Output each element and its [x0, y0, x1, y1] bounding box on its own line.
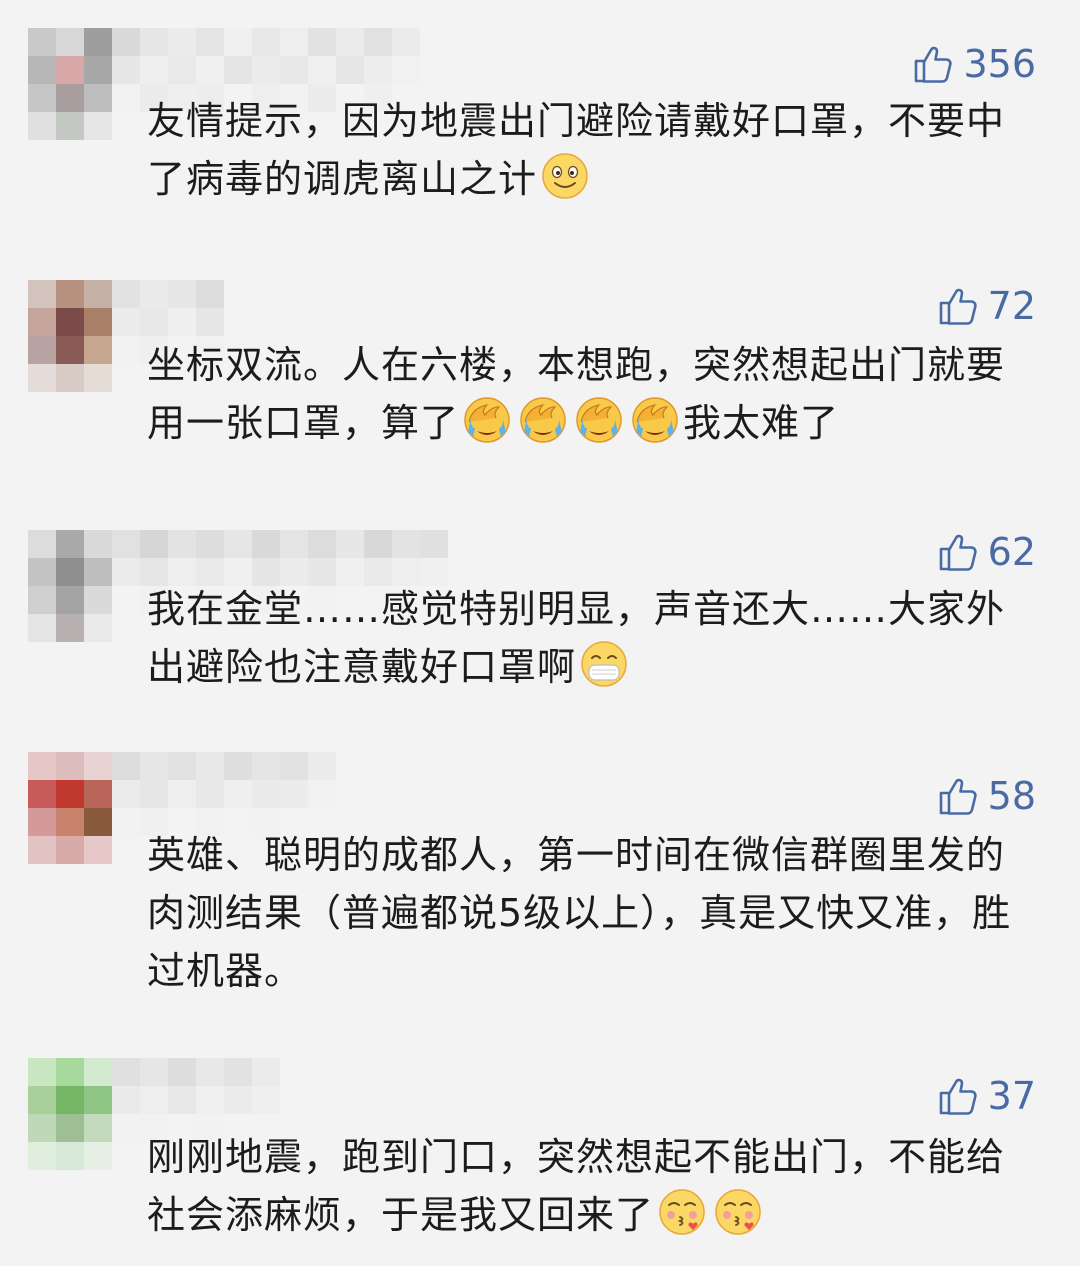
like-count: 356	[963, 42, 1036, 86]
facepalm-cry-emoji	[574, 395, 624, 445]
thumbs-up-icon	[936, 530, 980, 574]
avatar[interactable]	[28, 530, 112, 642]
thumbs-up-icon	[936, 284, 980, 328]
like-button[interactable]: 72	[936, 284, 1036, 328]
kiss-emoji	[657, 1187, 707, 1237]
comment-text: 我在金堂……感觉特别明显，声音还大……大家外出避险也注意戴好口罩啊	[147, 587, 1006, 689]
facepalm-cry-emoji	[462, 395, 512, 445]
comment-list: 356 友情提示，因为地震出门避险请戴好口罩，不要中了病毒的调虎离山之计 72 …	[0, 0, 1080, 1266]
comment-text: 英雄、聪明的成都人，第一时间在微信群圈里发的肉测结果（普遍都说5级以上），真是又…	[147, 833, 1012, 993]
facepalm-cry-emoji	[518, 395, 568, 445]
comment-text: 坐标双流。人在六楼，本想跑，突然想起出门就要用一张口罩，算了 我太难了	[147, 343, 1006, 445]
like-count: 58	[987, 774, 1036, 818]
like-count: 37	[987, 1074, 1036, 1118]
facepalm-cry-emoji	[630, 395, 680, 445]
like-button[interactable]: 62	[936, 530, 1036, 574]
like-button[interactable]: 356	[911, 42, 1036, 86]
avatar[interactable]	[28, 752, 112, 864]
avatar[interactable]	[28, 28, 112, 140]
kiss-emoji	[713, 1187, 763, 1237]
thumbs-up-icon	[936, 1074, 980, 1118]
like-button[interactable]: 58	[936, 774, 1036, 818]
smile-emoji	[540, 151, 590, 201]
avatar[interactable]	[28, 1058, 112, 1170]
like-count: 72	[987, 284, 1036, 328]
like-button[interactable]: 37	[936, 1074, 1036, 1118]
avatar[interactable]	[28, 280, 112, 392]
mask-emoji	[579, 639, 629, 689]
like-count: 62	[987, 530, 1036, 574]
comment-text: 刚刚地震，跑到门口，突然想起不能出门，不能给社会添麻烦，于是我又回来了	[147, 1135, 1006, 1237]
thumbs-up-icon	[936, 774, 980, 818]
username-blurred	[112, 752, 336, 836]
comment-text: 友情提示，因为地震出门避险请戴好口罩，不要中了病毒的调虎离山之计	[147, 99, 1006, 201]
thumbs-up-icon	[911, 42, 955, 86]
